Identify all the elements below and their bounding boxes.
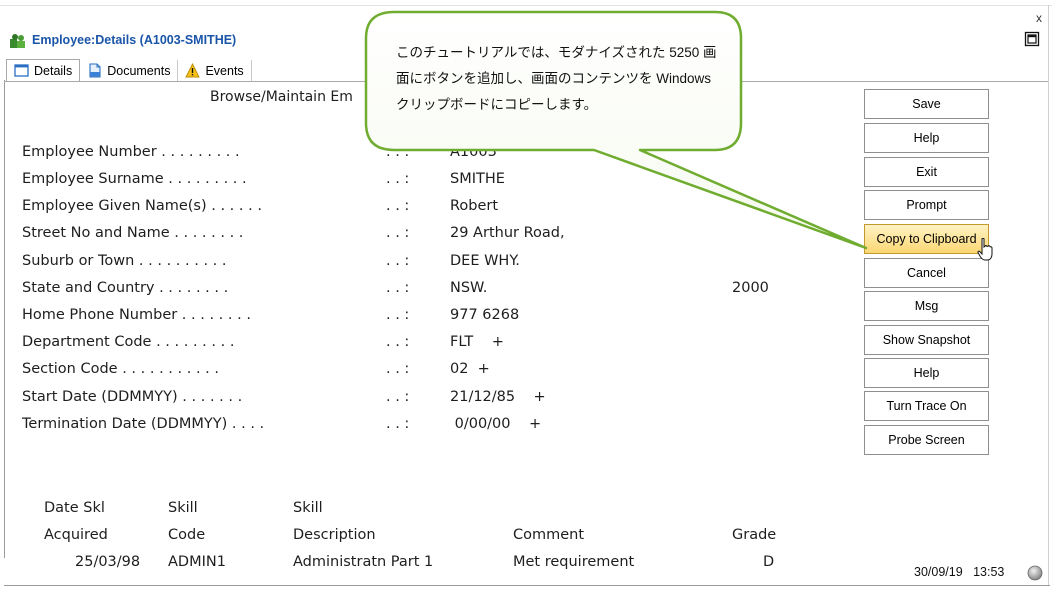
callout-text: このチュートリアルでは、モダナイズされた 5250 画 面にボタンを追加し、画面…: [396, 40, 726, 118]
callout-line: クリップボードにコピーします。: [396, 97, 598, 112]
callout-line: 面にボタンを追加し、画面のコンテンツを Windows: [396, 71, 712, 86]
callout-line: このチュートリアルでは、モダナイズされた 5250 画: [396, 45, 717, 60]
